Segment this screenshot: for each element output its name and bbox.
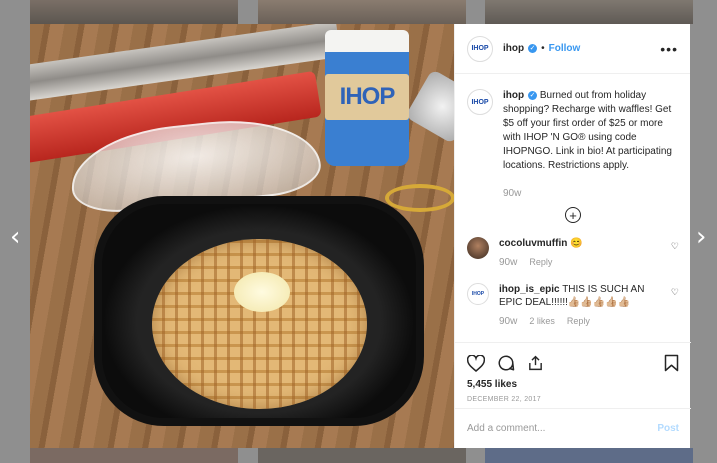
caption-username[interactable]: ihop — [503, 90, 524, 101]
post-button[interactable]: Post — [657, 423, 679, 434]
add-comment-bar: Post — [455, 408, 691, 448]
follow-button[interactable]: Follow — [549, 43, 581, 54]
load-more-comments-icon[interactable]: + — [565, 207, 581, 223]
caption: IHOP ihop ✓ Burned out from holiday shopp… — [467, 89, 679, 201]
action-icons — [467, 351, 679, 375]
post-side-panel: IHOP ihop ✓ • Follow ••• IHOP ihop ✓ Burn… — [454, 24, 691, 448]
caption-body: ihop ✓ Burned out from holiday shopping? … — [503, 89, 679, 201]
more-options-icon[interactable]: ••• — [660, 41, 678, 57]
likes-count[interactable]: 5,455 likes — [467, 379, 679, 390]
comment-input[interactable] — [467, 423, 658, 434]
comment-username[interactable]: ihop_is_epic — [499, 284, 560, 295]
caption-avatar[interactable]: IHOP — [467, 89, 493, 115]
comment-meta: 90w 2 likes Reply — [499, 315, 659, 328]
comment-meta: 90w Reply — [499, 256, 659, 269]
post-actions: 5,455 likes DECEMBER 22, 2017 — [455, 342, 691, 403]
verified-icon: ✓ — [528, 44, 538, 53]
share-upload-icon[interactable] — [527, 354, 544, 372]
grid-thumbnail — [30, 0, 238, 24]
caption-meta: 90w — [503, 187, 679, 201]
caption-text: Burned out from holiday shopping? Rechar… — [503, 90, 672, 171]
comment-age[interactable]: 90w — [499, 256, 517, 269]
bookmark-icon[interactable] — [664, 354, 679, 372]
comment-text: 😊 — [570, 238, 583, 249]
like-heart-icon[interactable] — [467, 354, 485, 372]
comment-age[interactable]: 90w — [499, 315, 517, 328]
next-post-arrow-icon[interactable]: › — [696, 224, 706, 250]
post-header: IHOP ihop ✓ • Follow ••• — [455, 24, 690, 74]
photo-scissors — [385, 184, 454, 212]
grid-thumbnail — [30, 448, 238, 463]
verified-icon: ✓ — [528, 90, 538, 100]
separator-dot: • — [541, 43, 545, 54]
commenter-avatar[interactable]: IHOP — [467, 283, 489, 305]
post-photo[interactable]: IHOP — [30, 24, 454, 448]
comment-body: ihop_is_epic THIS IS SUCH AN EPIC DEAL!!… — [499, 283, 659, 328]
comment-body: cocoluvmuffin 😊 90w Reply — [499, 237, 659, 269]
like-comment-heart-icon[interactable]: ♡ — [671, 287, 679, 298]
commenter-avatar[interactable] — [467, 237, 489, 259]
post-date[interactable]: DECEMBER 22, 2017 — [467, 396, 679, 403]
grid-thumbnail — [258, 0, 466, 24]
grid-thumbnail — [485, 448, 693, 463]
comment-username[interactable]: cocoluvmuffin — [499, 238, 567, 249]
comment-bubble-icon[interactable] — [497, 354, 515, 372]
comments-list[interactable]: IHOP ihop ✓ Burned out from holiday shopp… — [455, 75, 691, 341]
post-modal: IHOP IHOP ihop ✓ • Follow ••• IHOP ihop ✓… — [30, 24, 691, 448]
grid-thumbnail — [485, 0, 693, 24]
caption-age[interactable]: 90w — [503, 187, 521, 201]
avatar[interactable]: IHOP — [467, 35, 493, 62]
list-item: IHOP ihop_is_epic THIS IS SUCH AN EPIC D… — [467, 283, 679, 328]
photo-cup-sleeve: IHOP — [325, 74, 409, 120]
grid-thumbnail — [258, 448, 466, 463]
previous-post-arrow-icon[interactable]: ‹ — [10, 224, 20, 250]
list-item: cocoluvmuffin 😊 90w Reply ♡ — [467, 237, 679, 269]
comment-likes[interactable]: 2 likes — [529, 315, 555, 328]
like-comment-heart-icon[interactable]: ♡ — [671, 241, 679, 252]
photo-butter — [234, 272, 290, 312]
photo-waffle — [152, 239, 367, 409]
reply-button[interactable]: Reply — [567, 315, 590, 328]
username[interactable]: ihop — [503, 43, 524, 54]
reply-button[interactable]: Reply — [529, 256, 552, 269]
